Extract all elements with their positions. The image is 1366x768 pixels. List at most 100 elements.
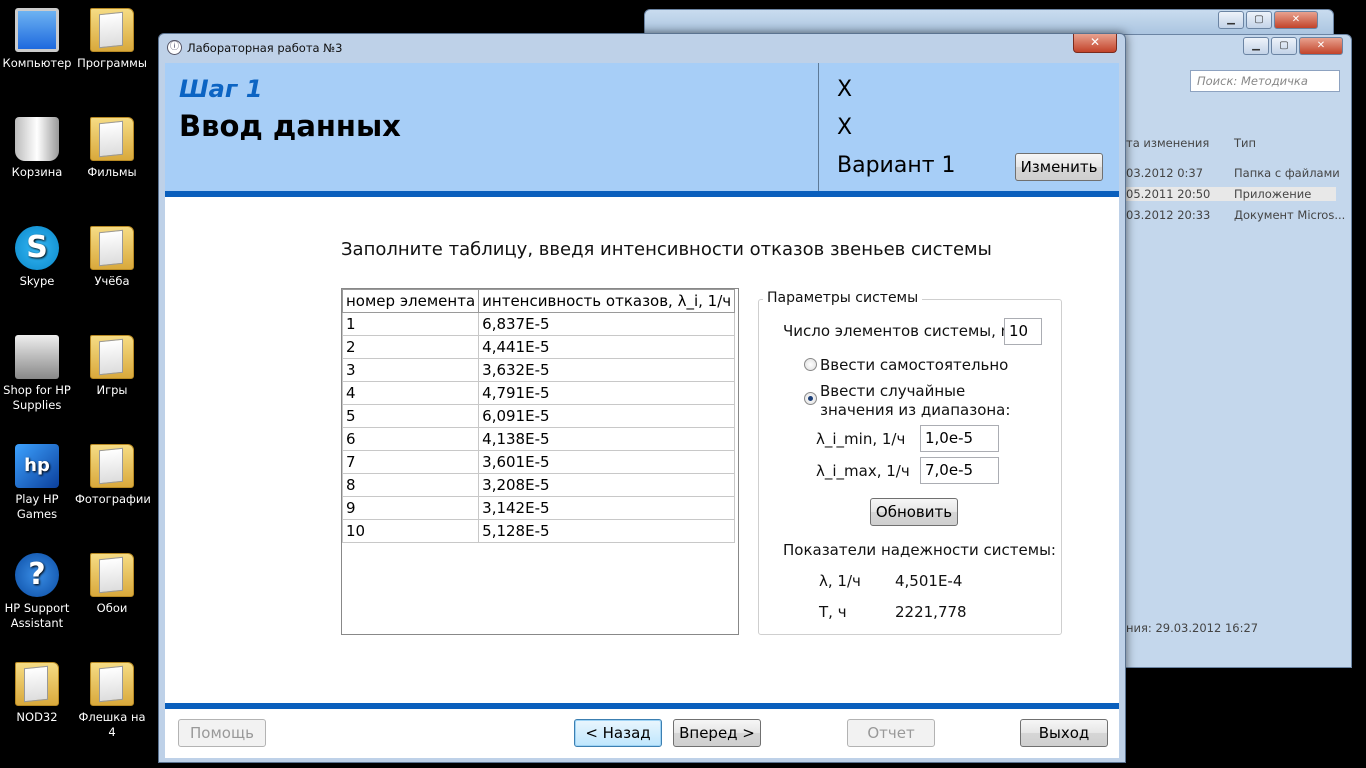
desktop-icon-label: Shop for HP Supplies bbox=[3, 383, 71, 412]
explorer-column-type[interactable]: Тип bbox=[1234, 136, 1256, 150]
back-button[interactable]: < Назад bbox=[574, 719, 662, 747]
lambda-min-input[interactable]: 1,0e-5 bbox=[920, 425, 999, 452]
desktop-icon-photos[interactable]: Фотографии bbox=[75, 444, 151, 507]
update-button[interactable]: Обновить bbox=[870, 498, 958, 526]
dialog-title: Лабораторная работа №3 bbox=[187, 41, 343, 55]
element-number-cell[interactable]: 1 bbox=[341, 312, 480, 336]
failure-rate-cell[interactable]: 3,208E-5 bbox=[478, 473, 736, 497]
help-button[interactable]: Помощь bbox=[178, 719, 266, 747]
explorer-search-input[interactable]: Поиск: Методичка bbox=[1190, 70, 1340, 92]
dialog-titlebar[interactable]: ⓘ Лабораторная работа №3 ✕ bbox=[159, 34, 1125, 61]
column-header[interactable]: интенсивность отказов, λ_i, 1/ч bbox=[478, 289, 736, 313]
desktop-icon-skype[interactable]: S Skype bbox=[0, 226, 74, 289]
radio-manual[interactable] bbox=[804, 358, 817, 371]
close-icon[interactable]: ✕ bbox=[1299, 37, 1343, 55]
minimize-icon[interactable]: ▁ bbox=[1218, 11, 1244, 29]
desktop-icon-label: Флешка на 4 bbox=[78, 710, 146, 739]
student-name-line: X bbox=[837, 77, 853, 102]
folder-icon bbox=[90, 8, 134, 52]
explorer-row-type[interactable]: Папка с файлами bbox=[1234, 166, 1340, 180]
failure-rate-table[interactable]: номер элемента интенсивность отказов, λ_… bbox=[341, 288, 739, 635]
desktop-icon-label: Обои bbox=[96, 601, 128, 615]
radio-random-label[interactable]: Ввести случайные bbox=[820, 382, 965, 400]
explorer-column-date[interactable]: та изменения bbox=[1126, 136, 1209, 150]
failure-rate-cell[interactable]: 5,128E-5 bbox=[478, 519, 736, 543]
next-button[interactable]: Вперед > bbox=[673, 719, 761, 747]
element-number-cell[interactable]: 2 bbox=[341, 335, 480, 359]
maximize-icon[interactable]: ▢ bbox=[1246, 11, 1272, 29]
folder-icon bbox=[90, 444, 134, 488]
table-row: 9 3,142E-5 bbox=[341, 496, 736, 520]
close-icon[interactable]: ✕ bbox=[1274, 11, 1318, 29]
folder-icon bbox=[15, 662, 59, 706]
element-number-cell[interactable]: 6 bbox=[341, 427, 480, 451]
desktop-icon-flash[interactable]: Флешка на 4 bbox=[75, 662, 149, 740]
explorer-row-date[interactable]: 03.2012 20:33 bbox=[1126, 208, 1210, 222]
t-result-label: T, ч bbox=[819, 603, 847, 621]
desktop-icon-nod32[interactable]: NOD32 bbox=[0, 662, 74, 725]
explorer-status: ния: 29.03.2012 16:27 bbox=[1126, 621, 1259, 635]
explorer-row-type[interactable]: Документ Micros... bbox=[1234, 208, 1345, 222]
failure-rate-cell[interactable]: 6,837E-5 bbox=[478, 312, 736, 336]
failure-rate-cell[interactable]: 3,601E-5 bbox=[478, 450, 736, 474]
folder-icon bbox=[90, 553, 134, 597]
wizard-header: Шаг 1 Ввод данных X X Вариант 1 Изменить bbox=[165, 63, 1119, 191]
explorer-row-type[interactable]: Приложение bbox=[1234, 187, 1311, 201]
element-number-cell[interactable]: 10 bbox=[341, 519, 480, 543]
desktop-icon-recycle-bin[interactable]: Корзина bbox=[0, 117, 74, 180]
element-number-cell[interactable]: 3 bbox=[341, 358, 480, 382]
maximize-icon[interactable]: ▢ bbox=[1271, 37, 1297, 55]
change-button[interactable]: Изменить bbox=[1015, 153, 1103, 181]
element-number-cell[interactable]: 4 bbox=[341, 381, 480, 405]
failure-rate-cell[interactable]: 6,091E-5 bbox=[478, 404, 736, 428]
help-icon: ? bbox=[15, 553, 59, 597]
lambda-max-input[interactable]: 7,0e-5 bbox=[920, 457, 999, 484]
close-button[interactable]: ✕ bbox=[1073, 34, 1117, 53]
radio-random-label-2[interactable]: значения из диапазона: bbox=[820, 401, 1010, 419]
column-header[interactable]: номер элемента bbox=[341, 289, 480, 313]
element-number-cell[interactable]: 8 bbox=[341, 473, 480, 497]
lab-dialog-window: ⓘ Лабораторная работа №3 ✕ Шаг 1 Ввод да… bbox=[158, 33, 1126, 763]
desktop-icon-label: Skype bbox=[19, 274, 55, 288]
desktop-icon-games[interactable]: Игры bbox=[75, 335, 149, 398]
skype-icon: S bbox=[15, 226, 59, 270]
table-row: 2 4,441E-5 bbox=[341, 335, 736, 359]
exit-button[interactable]: Выход bbox=[1020, 719, 1108, 747]
element-number-cell[interactable]: 9 bbox=[341, 496, 480, 520]
radio-random[interactable] bbox=[804, 392, 817, 405]
desktop-icon-label: Корзина bbox=[11, 165, 63, 179]
table-row: 1 6,837E-5 bbox=[341, 312, 736, 336]
printer-icon bbox=[15, 335, 59, 379]
desktop-icon-study[interactable]: Учёба bbox=[75, 226, 149, 289]
minimize-icon[interactable]: ▁ bbox=[1243, 37, 1269, 55]
failure-rate-cell[interactable]: 4,138E-5 bbox=[478, 427, 736, 451]
table-row: 10 5,128E-5 bbox=[341, 519, 736, 543]
reliability-title: Показатели надежности системы: bbox=[783, 541, 1056, 559]
desktop-icon-label: Игры bbox=[96, 383, 128, 397]
system-params-legend: Параметры системы bbox=[763, 290, 923, 306]
n-input[interactable]: 10 bbox=[1004, 318, 1042, 345]
desktop-icon-hp-shop[interactable]: Shop for HP Supplies bbox=[0, 335, 74, 413]
folder-icon bbox=[90, 335, 134, 379]
lambda-max-label: λ_i_max, 1/ч bbox=[816, 462, 910, 480]
desktop-icon-films[interactable]: Фильмы bbox=[75, 117, 149, 180]
desktop-icon-hp-support[interactable]: ? HP Support Assistant bbox=[0, 553, 74, 631]
table-row: 7 3,601E-5 bbox=[341, 450, 736, 474]
desktop-icon-programs[interactable]: Программы bbox=[75, 8, 149, 71]
radio-manual-label[interactable]: Ввести самостоятельно bbox=[820, 356, 1008, 374]
failure-rate-cell[interactable]: 4,441E-5 bbox=[478, 335, 736, 359]
desktop-icon-label: Play HP Games bbox=[15, 492, 59, 521]
instruction-text: Заполните таблицу, введя интенсивности о… bbox=[341, 239, 992, 260]
report-button[interactable]: Отчет bbox=[847, 719, 935, 747]
desktop-icon-label: Компьютер bbox=[2, 56, 72, 70]
explorer-row-date[interactable]: 03.2012 0:37 bbox=[1126, 166, 1203, 180]
failure-rate-cell[interactable]: 4,791E-5 bbox=[478, 381, 736, 405]
desktop-icon-label: Учёба bbox=[94, 274, 130, 288]
failure-rate-cell[interactable]: 3,142E-5 bbox=[478, 496, 736, 520]
failure-rate-cell[interactable]: 3,632E-5 bbox=[478, 358, 736, 382]
element-number-cell[interactable]: 7 bbox=[341, 450, 480, 474]
element-number-cell[interactable]: 5 bbox=[341, 404, 480, 428]
desktop-icon-wallpapers[interactable]: Обои bbox=[75, 553, 149, 616]
desktop-icon-computer[interactable]: Компьютер bbox=[0, 8, 74, 71]
desktop-icon-hp-games[interactable]: hp Play HP Games bbox=[0, 444, 74, 522]
